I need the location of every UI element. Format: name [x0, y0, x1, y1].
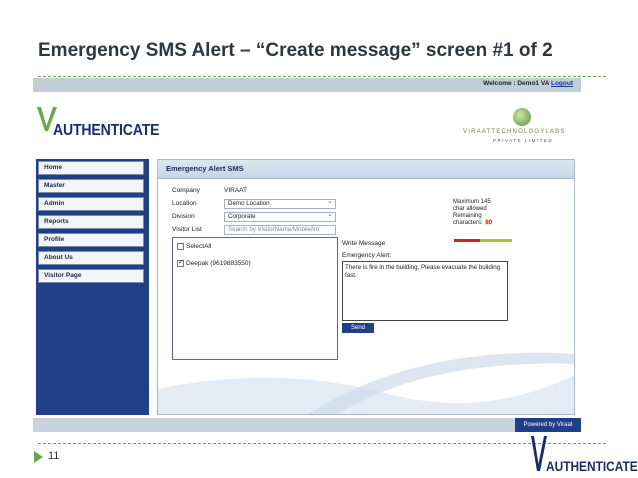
message-textarea[interactable]: There is fire in the building, Please ev…	[342, 261, 508, 321]
char-limit-info: Maximum 145 char allowed Remaining chara…	[453, 199, 494, 227]
slide-title: Emergency SMS Alert – “Create message” s…	[38, 40, 553, 61]
select-all-label: SelectAll	[186, 243, 212, 250]
emergency-alert-panel: Emergency Alert SMS Company VIRAAT Locat…	[157, 159, 575, 415]
select-all-checkbox[interactable]	[177, 243, 184, 250]
limit-line-2: char allowed	[453, 206, 487, 212]
company-label: Company	[172, 187, 200, 194]
visitor-search-input[interactable]: Search by VisitorName/MobileNo	[224, 225, 336, 235]
write-message-label: Write Message	[342, 240, 386, 247]
send-button[interactable]: Send	[342, 323, 374, 333]
panel-header: Emergency Alert SMS	[158, 160, 574, 179]
char-meter-remaining	[480, 239, 512, 242]
limit-line-4: characters:	[453, 220, 483, 226]
slide-divider-top	[38, 76, 606, 77]
partner-name: VIRAATTECHNOLOGYLABS	[463, 129, 566, 135]
sidebar-item-home[interactable]: Home	[38, 161, 144, 175]
sidebar-item-about-us[interactable]: About Us	[38, 251, 144, 265]
sidebar-item-master[interactable]: Master	[38, 179, 144, 193]
app-screenshot: Welcome : Demo1 VA Logout AUTHENTICATE V…	[33, 78, 581, 432]
footer-brand: AUTHENTICATE	[546, 458, 638, 474]
limit-line-4-row: characters: 80	[453, 220, 494, 227]
partner-logo-icon	[513, 108, 531, 126]
welcome-text: Welcome : Demo1 VA Logout	[483, 80, 573, 87]
visitor-name: Deepak (9619883550)	[186, 260, 251, 267]
visitor-list-label: Visitor List	[172, 226, 202, 233]
sidebar-item-reports[interactable]: Reports	[38, 215, 144, 229]
visitor-list-box: SelectAll Deepak (9619883550)	[172, 237, 338, 360]
limit-line-1: Maximum 145	[453, 199, 491, 205]
division-select[interactable]: Corporate	[224, 211, 336, 222]
partner-logo: VIRAATTECHNOLOGYLABS PRIVATE LIMITED	[463, 108, 579, 148]
visitor-checkbox[interactable]	[177, 258, 184, 267]
company-value: VIRAAT	[224, 187, 247, 194]
page-arrow-icon	[34, 451, 43, 463]
remaining-count: 80	[484, 220, 494, 226]
brand-name: AUTHENTICATE	[53, 122, 160, 139]
location-select[interactable]: Demo Location	[224, 198, 336, 209]
sidebar-item-admin[interactable]: Admin	[38, 197, 144, 211]
division-label: Division	[172, 213, 195, 220]
welcome-label: Welcome : Demo1 VA	[483, 80, 550, 87]
message-prefix-label: Emergency Alert:	[342, 252, 392, 259]
panel-title: Emergency Alert SMS	[166, 164, 244, 173]
char-meter-used	[454, 239, 480, 242]
sidebar-item-visitor-page[interactable]: Visitor Page	[38, 269, 144, 283]
sidebar: Home Master Admin Reports Profile About …	[36, 159, 149, 415]
powered-by: Powered by Viraat	[515, 418, 581, 432]
logout-link[interactable]: Logout	[551, 80, 573, 87]
page-number: 11	[48, 450, 60, 462]
partner-subtitle: PRIVATE LIMITED	[493, 138, 554, 143]
slide-divider-bottom	[38, 443, 606, 444]
top-bar: Welcome : Demo1 VA Logout	[33, 78, 581, 92]
bottom-bar: Powered by Viraat	[33, 418, 581, 432]
char-meter	[454, 239, 512, 242]
sidebar-item-profile[interactable]: Profile	[38, 233, 144, 247]
limit-line-3: Remaining	[453, 213, 482, 219]
location-label: Location	[172, 200, 197, 207]
